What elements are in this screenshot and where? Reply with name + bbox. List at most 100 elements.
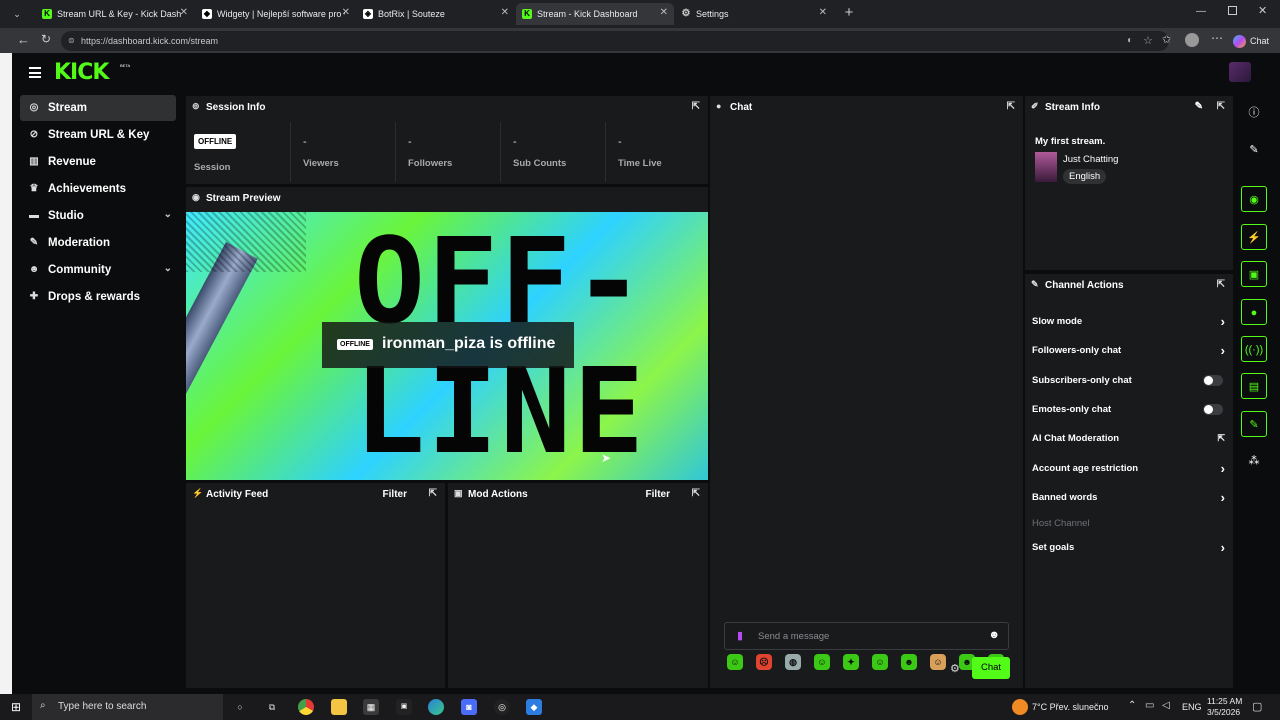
sidebar-item-moderation[interactable]: ✎ Moderation (20, 230, 176, 256)
close-icon[interactable]: ✕ (819, 7, 827, 18)
url-input[interactable]: ⊜ https://dashboard.kick.com/stream ◐ ☆ (61, 31, 1169, 51)
reader-icon[interactable]: ◐ (1127, 31, 1133, 51)
preview-toggle-icon[interactable]: ◉ (1241, 186, 1267, 212)
close-window-button[interactable]: ✕ (1258, 4, 1267, 17)
chat-settings-icon[interactable]: ⚙ (950, 662, 960, 675)
broadcast-toggle-icon[interactable]: ((·)) (1241, 336, 1267, 362)
site-info-icon[interactable]: ⊜ (68, 31, 75, 51)
emote-2[interactable]: ☹ (756, 654, 772, 670)
emote-4[interactable]: ☺ (814, 654, 830, 670)
clock-date[interactable]: 3/5/2026 (1207, 707, 1240, 717)
browser-tab-stream-url[interactable]: K Stream URL & Key - Kick Dashboa ✕ (36, 3, 194, 25)
kick-icon: K (522, 9, 532, 19)
cortana-icon[interactable]: ○ (232, 699, 248, 715)
tray-chevron-icon[interactable]: ⌃ (1128, 700, 1136, 711)
session-toggle-icon[interactable]: ▤ (1241, 373, 1267, 399)
popout-icon[interactable]: ⇱ (692, 488, 700, 499)
notifications-icon[interactable]: ▢ (1252, 700, 1262, 713)
language-indicator[interactable]: ENG (1182, 702, 1202, 712)
emotes-only-toggle[interactable] (1203, 404, 1223, 415)
popout-icon[interactable]: ⇱ (692, 101, 700, 112)
clock-time[interactable]: 11:25 AM (1207, 696, 1242, 706)
edit-icon[interactable]: ✎ (1195, 101, 1203, 112)
star-icon[interactable]: ☆ (1143, 31, 1153, 51)
network-icon[interactable]: ▭ (1145, 700, 1154, 711)
pencil-icon[interactable]: ✎ (1241, 137, 1267, 163)
store-icon[interactable]: ▦ (363, 699, 379, 715)
chat-toggle-icon[interactable]: ● (1241, 299, 1267, 325)
kick-logo[interactable]: KICK BETA (54, 60, 130, 85)
volume-icon[interactable]: ◁ (1162, 700, 1170, 711)
edge-icon[interactable] (428, 699, 444, 715)
emote-6[interactable]: ☺ (872, 654, 888, 670)
close-icon[interactable]: ✕ (180, 7, 188, 18)
banned-words-action[interactable]: Banned words › (1025, 483, 1233, 512)
category-thumbnail[interactable] (1035, 152, 1057, 182)
emotes-only-action: Emotes-only chat (1025, 395, 1233, 424)
filter-button[interactable]: Filter (646, 489, 670, 500)
emote-8[interactable]: ☺ (930, 654, 946, 670)
popout-icon[interactable]: ⇱ (429, 488, 437, 499)
ai-chat-moderation-action[interactable]: AI Chat Moderation ⇱ (1025, 424, 1233, 453)
chrome-icon[interactable] (298, 699, 314, 715)
more-widgets-icon[interactable]: ⁂ (1241, 448, 1267, 474)
file-explorer-icon[interactable] (331, 699, 347, 715)
emote-3[interactable]: ◍ (785, 654, 801, 670)
windows-start-icon[interactable]: ⊞ (8, 699, 24, 715)
obs-icon[interactable]: ◎ (494, 699, 510, 715)
popout-icon[interactable]: ⇱ (1007, 101, 1015, 112)
category-name[interactable]: Just Chatting (1063, 154, 1118, 165)
tab-list-menu-icon[interactable]: ⌄ (6, 4, 28, 24)
favorites-icon[interactable]: ✩ (1162, 33, 1171, 46)
emote-7[interactable]: ☻ (901, 654, 917, 670)
close-icon[interactable]: ✕ (660, 7, 668, 18)
profile-avatar[interactable] (1185, 33, 1199, 47)
app-icon-2[interactable]: ◆ (526, 699, 542, 715)
app-icon[interactable]: ▣ (396, 699, 412, 715)
sidebar-item-stream[interactable]: ◎ Stream (20, 95, 176, 121)
new-tab-button[interactable]: + (840, 4, 858, 24)
shield-toggle-icon[interactable]: ▣ (1241, 261, 1267, 287)
close-icon[interactable]: ✕ (501, 7, 509, 18)
chat-message-input[interactable]: ▮ Send a message ☻ (724, 622, 1009, 650)
wrench-toggle-icon[interactable]: ✎ (1241, 411, 1267, 437)
sidebar-item-community[interactable]: ☻ Community ⌄ (20, 257, 176, 283)
microphone-icon[interactable]: ▮ (737, 629, 743, 642)
followers-only-action[interactable]: Followers-only chat › (1025, 336, 1233, 365)
info-icon[interactable]: ⓘ (1241, 100, 1267, 126)
emoji-icon[interactable]: ☻ (988, 629, 1000, 641)
sidebar-item-revenue[interactable]: ▥ Revenue (20, 149, 176, 175)
popout-icon[interactable]: ⇱ (1217, 101, 1225, 112)
close-icon[interactable]: ✕ (342, 7, 350, 18)
sidebar-item-drops-rewards[interactable]: ✚ Drops & rewards (20, 284, 176, 310)
user-avatar[interactable] (1229, 62, 1251, 82)
chat-send-button[interactable]: Chat (972, 657, 1010, 679)
reload-icon[interactable]: ↻ (41, 32, 51, 46)
set-goals-action[interactable]: Set goals › (1025, 533, 1233, 562)
sidebar-item-stream-url-key[interactable]: ⊘ Stream URL & Key (20, 122, 176, 148)
sidebar-item-studio[interactable]: ▬ Studio ⌄ (20, 203, 176, 229)
browser-tab-botrix[interactable]: ◈ BotRix | Souteze ✕ (357, 3, 515, 25)
copilot-chat-button[interactable]: Chat (1233, 33, 1269, 49)
bolt-toggle-icon[interactable]: ⚡ (1241, 224, 1267, 250)
sidebar-item-achievements[interactable]: ♛ Achievements (20, 176, 176, 202)
browser-tab-settings[interactable]: ⚙ Settings ✕ (675, 3, 833, 25)
emote-1[interactable]: ☺ (727, 654, 743, 670)
hamburger-menu-icon[interactable] (29, 67, 41, 78)
account-age-action[interactable]: Account age restriction › (1025, 454, 1233, 483)
emote-5[interactable]: ✦ (843, 654, 859, 670)
browser-tab-stream-dashboard[interactable]: K Stream - Kick Dashboard ✕ (516, 3, 674, 25)
slow-mode-action[interactable]: Slow mode › (1025, 307, 1233, 336)
discord-icon[interactable]: ◙ (461, 699, 477, 715)
more-menu-icon[interactable]: ⋯ (1211, 31, 1223, 45)
maximize-button[interactable] (1228, 6, 1237, 15)
subscribers-only-toggle[interactable] (1203, 375, 1223, 386)
back-icon[interactable]: ← (17, 32, 30, 47)
browser-tab-widgety[interactable]: ◆ Widgety | Nejlepší software pro vy ✕ (196, 3, 356, 25)
task-view-icon[interactable]: ⧉ (264, 699, 280, 715)
minimize-button[interactable]: — (1196, 6, 1206, 17)
popout-icon[interactable]: ⇱ (1217, 279, 1225, 290)
taskbar-search-box[interactable]: ⌕ Type here to search (32, 694, 223, 720)
filter-button[interactable]: Filter (383, 489, 407, 500)
sidebar-nav: ◎ Stream ⊘ Stream URL & Key ▥ Revenue ♛ … (12, 95, 184, 311)
